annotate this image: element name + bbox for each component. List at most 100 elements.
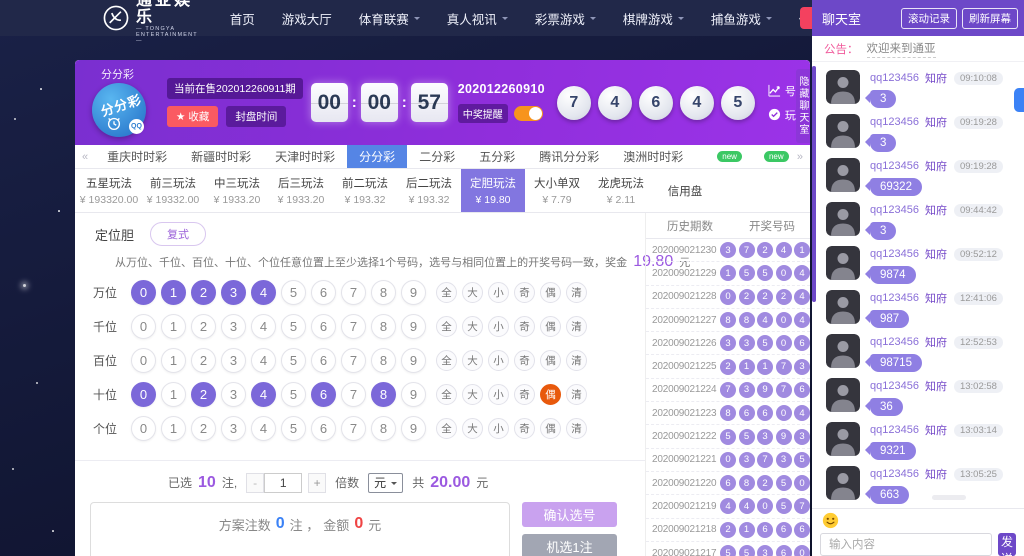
number-ball[interactable]: 2	[191, 416, 216, 441]
number-ball[interactable]: 5	[281, 348, 306, 373]
random-pick-button[interactable]: 机选1注	[522, 534, 617, 556]
number-ball[interactable]: 5	[281, 314, 306, 339]
nav-item[interactable]: 首页	[230, 9, 255, 28]
nav-item[interactable]: 体育联赛	[359, 9, 420, 28]
number-ball[interactable]: 8	[371, 348, 396, 373]
quick-pick-button[interactable]: 小	[488, 418, 509, 439]
quick-pick-button[interactable]: 小	[488, 384, 509, 405]
number-ball[interactable]: 7	[341, 314, 366, 339]
quick-pick-button[interactable]: 偶	[540, 282, 561, 303]
number-ball[interactable]: 5	[281, 416, 306, 441]
number-ball[interactable]: 0	[131, 314, 156, 339]
number-ball[interactable]: 9	[401, 314, 426, 339]
game-tab[interactable]: 天津时时彩	[263, 145, 347, 168]
number-ball[interactable]: 1	[161, 280, 186, 305]
game-tab[interactable]: 重庆时时彩	[95, 145, 179, 168]
nav-item[interactable]: 捕鱼游戏	[711, 9, 772, 28]
number-ball[interactable]: 1	[161, 382, 186, 407]
quick-pick-button[interactable]: 奇	[514, 350, 535, 371]
number-ball[interactable]: 2	[191, 348, 216, 373]
currency-select[interactable]: 元	[368, 473, 403, 493]
number-ball[interactable]: 0	[131, 382, 156, 407]
brand-logo[interactable]: 通亚娱乐 — TONGYA ENTERTAINMENT —	[102, 0, 198, 44]
mode-pill-fushi[interactable]: 复式	[150, 222, 206, 246]
number-ball[interactable]: 3	[221, 280, 246, 305]
number-ball[interactable]: 3	[221, 416, 246, 441]
number-ball[interactable]: 8	[371, 314, 396, 339]
number-ball[interactable]: 5	[281, 382, 306, 407]
number-ball[interactable]: 2	[191, 382, 216, 407]
quick-pick-button[interactable]: 全	[436, 418, 457, 439]
number-ball[interactable]: 6	[311, 382, 336, 407]
number-ball[interactable]: 0	[131, 348, 156, 373]
quick-pick-button[interactable]: 小	[488, 282, 509, 303]
nav-item[interactable]: 游戏大厅	[282, 9, 332, 28]
number-ball[interactable]: 3	[221, 382, 246, 407]
number-ball[interactable]: 3	[221, 314, 246, 339]
quick-pick-button[interactable]: 全	[436, 350, 457, 371]
number-ball[interactable]: 7	[341, 382, 366, 407]
play-method-tab[interactable]: 后三玩法¥ 1933.20	[269, 169, 333, 212]
number-ball[interactable]: 4	[251, 382, 276, 407]
quick-pick-button[interactable]: 全	[436, 384, 457, 405]
number-ball[interactable]: 1	[161, 348, 186, 373]
number-ball[interactable]: 5	[281, 280, 306, 305]
floating-service-widget[interactable]	[1014, 88, 1024, 112]
quick-pick-button[interactable]: 清	[566, 316, 587, 337]
number-ball[interactable]: 4	[251, 416, 276, 441]
nav-item[interactable]: 真人视讯	[447, 9, 508, 28]
win-reminder-toggle[interactable]	[514, 106, 543, 121]
quick-pick-button[interactable]: 大	[462, 316, 483, 337]
quick-pick-button[interactable]: 奇	[514, 384, 535, 405]
emoji-smiley-icon[interactable]	[822, 512, 839, 529]
quick-pick-button[interactable]: 奇	[514, 316, 535, 337]
quick-pick-button[interactable]: 小	[488, 316, 509, 337]
tabs-scroll-right-icon[interactable]: »	[790, 145, 810, 168]
number-ball[interactable]: 1	[161, 416, 186, 441]
game-tab[interactable]: 新疆时时彩	[179, 145, 263, 168]
number-ball[interactable]: 8	[371, 280, 396, 305]
play-method-tab[interactable]: 前三玩法¥ 19332.00	[141, 169, 205, 212]
number-ball[interactable]: 6	[311, 348, 336, 373]
quick-pick-button[interactable]: 清	[566, 282, 587, 303]
number-ball[interactable]: 2	[191, 314, 216, 339]
quick-pick-button[interactable]: 奇	[514, 282, 535, 303]
number-ball[interactable]: 7	[341, 416, 366, 441]
send-button[interactable]: 发送	[998, 533, 1016, 556]
chat-input[interactable]	[820, 533, 992, 556]
game-tab[interactable]: 腾讯分分彩	[527, 145, 611, 168]
play-method-tab[interactable]: 五星玩法¥ 193320.00	[77, 169, 141, 212]
number-ball[interactable]: 4	[251, 280, 276, 305]
number-ball[interactable]: 7	[341, 348, 366, 373]
number-ball[interactable]: 6	[311, 416, 336, 441]
multiplier-input[interactable]	[264, 473, 302, 493]
quick-pick-button[interactable]: 偶	[540, 316, 561, 337]
stepper-minus-button[interactable]: -	[246, 473, 264, 493]
number-ball[interactable]: 9	[401, 348, 426, 373]
number-ball[interactable]: 1	[161, 314, 186, 339]
quick-pick-button[interactable]: 偶	[540, 350, 561, 371]
number-ball[interactable]: 8	[371, 416, 396, 441]
chat-scrollbar-thumb[interactable]	[812, 66, 816, 302]
number-ball[interactable]: 0	[131, 280, 156, 305]
quick-pick-button[interactable]: 大	[462, 350, 483, 371]
play-method-tab[interactable]: 大小单双¥ 7.79	[525, 169, 589, 212]
play-method-tab[interactable]: 中三玩法¥ 1933.20	[205, 169, 269, 212]
play-method-tab[interactable]: 定胆玩法¥ 19.80	[461, 169, 525, 212]
play-method-tab[interactable]: 后二玩法¥ 193.32	[397, 169, 461, 212]
quick-pick-button[interactable]: 小	[488, 350, 509, 371]
quick-pick-button[interactable]: 偶	[540, 418, 561, 439]
number-ball[interactable]: 0	[131, 416, 156, 441]
number-ball[interactable]: 4	[251, 348, 276, 373]
quick-pick-button[interactable]: 全	[436, 282, 457, 303]
play-method-tab[interactable]: 龙虎玩法¥ 2.11	[589, 169, 653, 212]
number-ball[interactable]: 7	[341, 280, 366, 305]
chat-header-button[interactable]: 滚动记录	[901, 8, 957, 29]
game-tab[interactable]: 澳洲时时彩	[611, 145, 695, 168]
game-tab[interactable]: 二分彩	[407, 145, 467, 168]
number-ball[interactable]: 2	[191, 280, 216, 305]
quick-pick-button[interactable]: 清	[566, 418, 587, 439]
game-tab[interactable]: 五分彩	[467, 145, 527, 168]
hide-chat-tab[interactable]: 隐藏聊天室	[796, 69, 810, 143]
number-ball[interactable]: 9	[401, 382, 426, 407]
